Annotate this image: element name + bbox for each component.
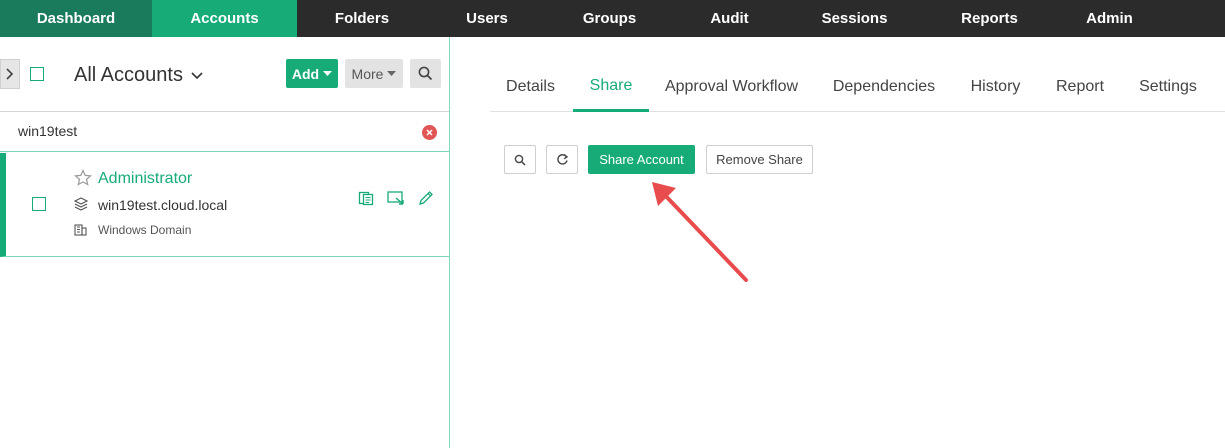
building-icon: [74, 224, 87, 236]
open-connection-icon[interactable]: [387, 190, 405, 206]
filter-row: [0, 111, 449, 152]
account-detail-tabs: Details Share Approval Workflow Dependen…: [490, 62, 1225, 112]
tab-details[interactable]: Details: [494, 62, 567, 112]
search-icon: [418, 66, 433, 81]
account-name[interactable]: Administrator: [98, 170, 192, 188]
edit-pencil-icon[interactable]: [418, 190, 434, 206]
nav-audit[interactable]: Audit: [672, 0, 787, 37]
nav-users[interactable]: Users: [427, 0, 547, 37]
accounts-list-panel: All Accounts Add More Administrator: [0, 37, 450, 448]
caret-down-icon: [387, 70, 397, 76]
tab-history[interactable]: History: [964, 62, 1027, 112]
tab-dependencies[interactable]: Dependencies: [828, 62, 940, 112]
account-row[interactable]: Administrator win19test.cloud.local Wind…: [0, 153, 449, 257]
nav-groups[interactable]: Groups: [547, 0, 672, 37]
account-host: win19test.cloud.local: [98, 197, 228, 213]
select-all-checkbox[interactable]: [30, 67, 44, 81]
chevron-right-icon: [6, 68, 14, 80]
caret-down-icon: [323, 70, 333, 76]
add-label: Add: [291, 65, 320, 82]
account-type: Windows Domain: [98, 223, 192, 237]
annotation-arrow-icon: [652, 182, 748, 282]
more-button[interactable]: More: [345, 59, 403, 88]
add-button[interactable]: Add: [286, 59, 338, 88]
copy-details-icon[interactable]: [358, 190, 374, 206]
nav-dashboard[interactable]: Dashboard: [0, 0, 152, 37]
tab-settings[interactable]: Settings: [1133, 62, 1203, 112]
account-checkbox[interactable]: [32, 197, 46, 211]
all-accounts-title: All Accounts: [74, 64, 183, 86]
nav-accounts[interactable]: Accounts: [152, 0, 297, 37]
nav-admin[interactable]: Admin: [1057, 0, 1162, 37]
search-icon: [514, 154, 526, 166]
star-icon[interactable]: [74, 169, 92, 187]
tab-approval-workflow[interactable]: Approval Workflow: [660, 62, 803, 112]
refresh-button[interactable]: [546, 145, 578, 174]
expand-sidebar-button[interactable]: [0, 59, 20, 89]
tab-report[interactable]: Report: [1050, 62, 1110, 112]
search-button[interactable]: [410, 59, 441, 88]
layers-icon: [74, 197, 88, 211]
more-label: More: [351, 65, 384, 82]
nav-folders[interactable]: Folders: [297, 0, 427, 37]
tab-share[interactable]: Share: [573, 62, 649, 112]
top-navigation: Dashboard Accounts Folders Users Groups …: [0, 0, 1225, 37]
share-search-button[interactable]: [504, 145, 536, 174]
nav-reports[interactable]: Reports: [922, 0, 1057, 37]
all-accounts-dropdown[interactable]: All Accounts: [74, 64, 203, 87]
filter-input[interactable]: [18, 123, 398, 139]
chevron-down-icon: [191, 71, 203, 79]
nav-sessions[interactable]: Sessions: [787, 0, 922, 37]
refresh-icon: [556, 153, 568, 165]
clear-filter-icon[interactable]: [422, 125, 437, 140]
accounts-list-header: All Accounts Add More: [0, 37, 449, 111]
